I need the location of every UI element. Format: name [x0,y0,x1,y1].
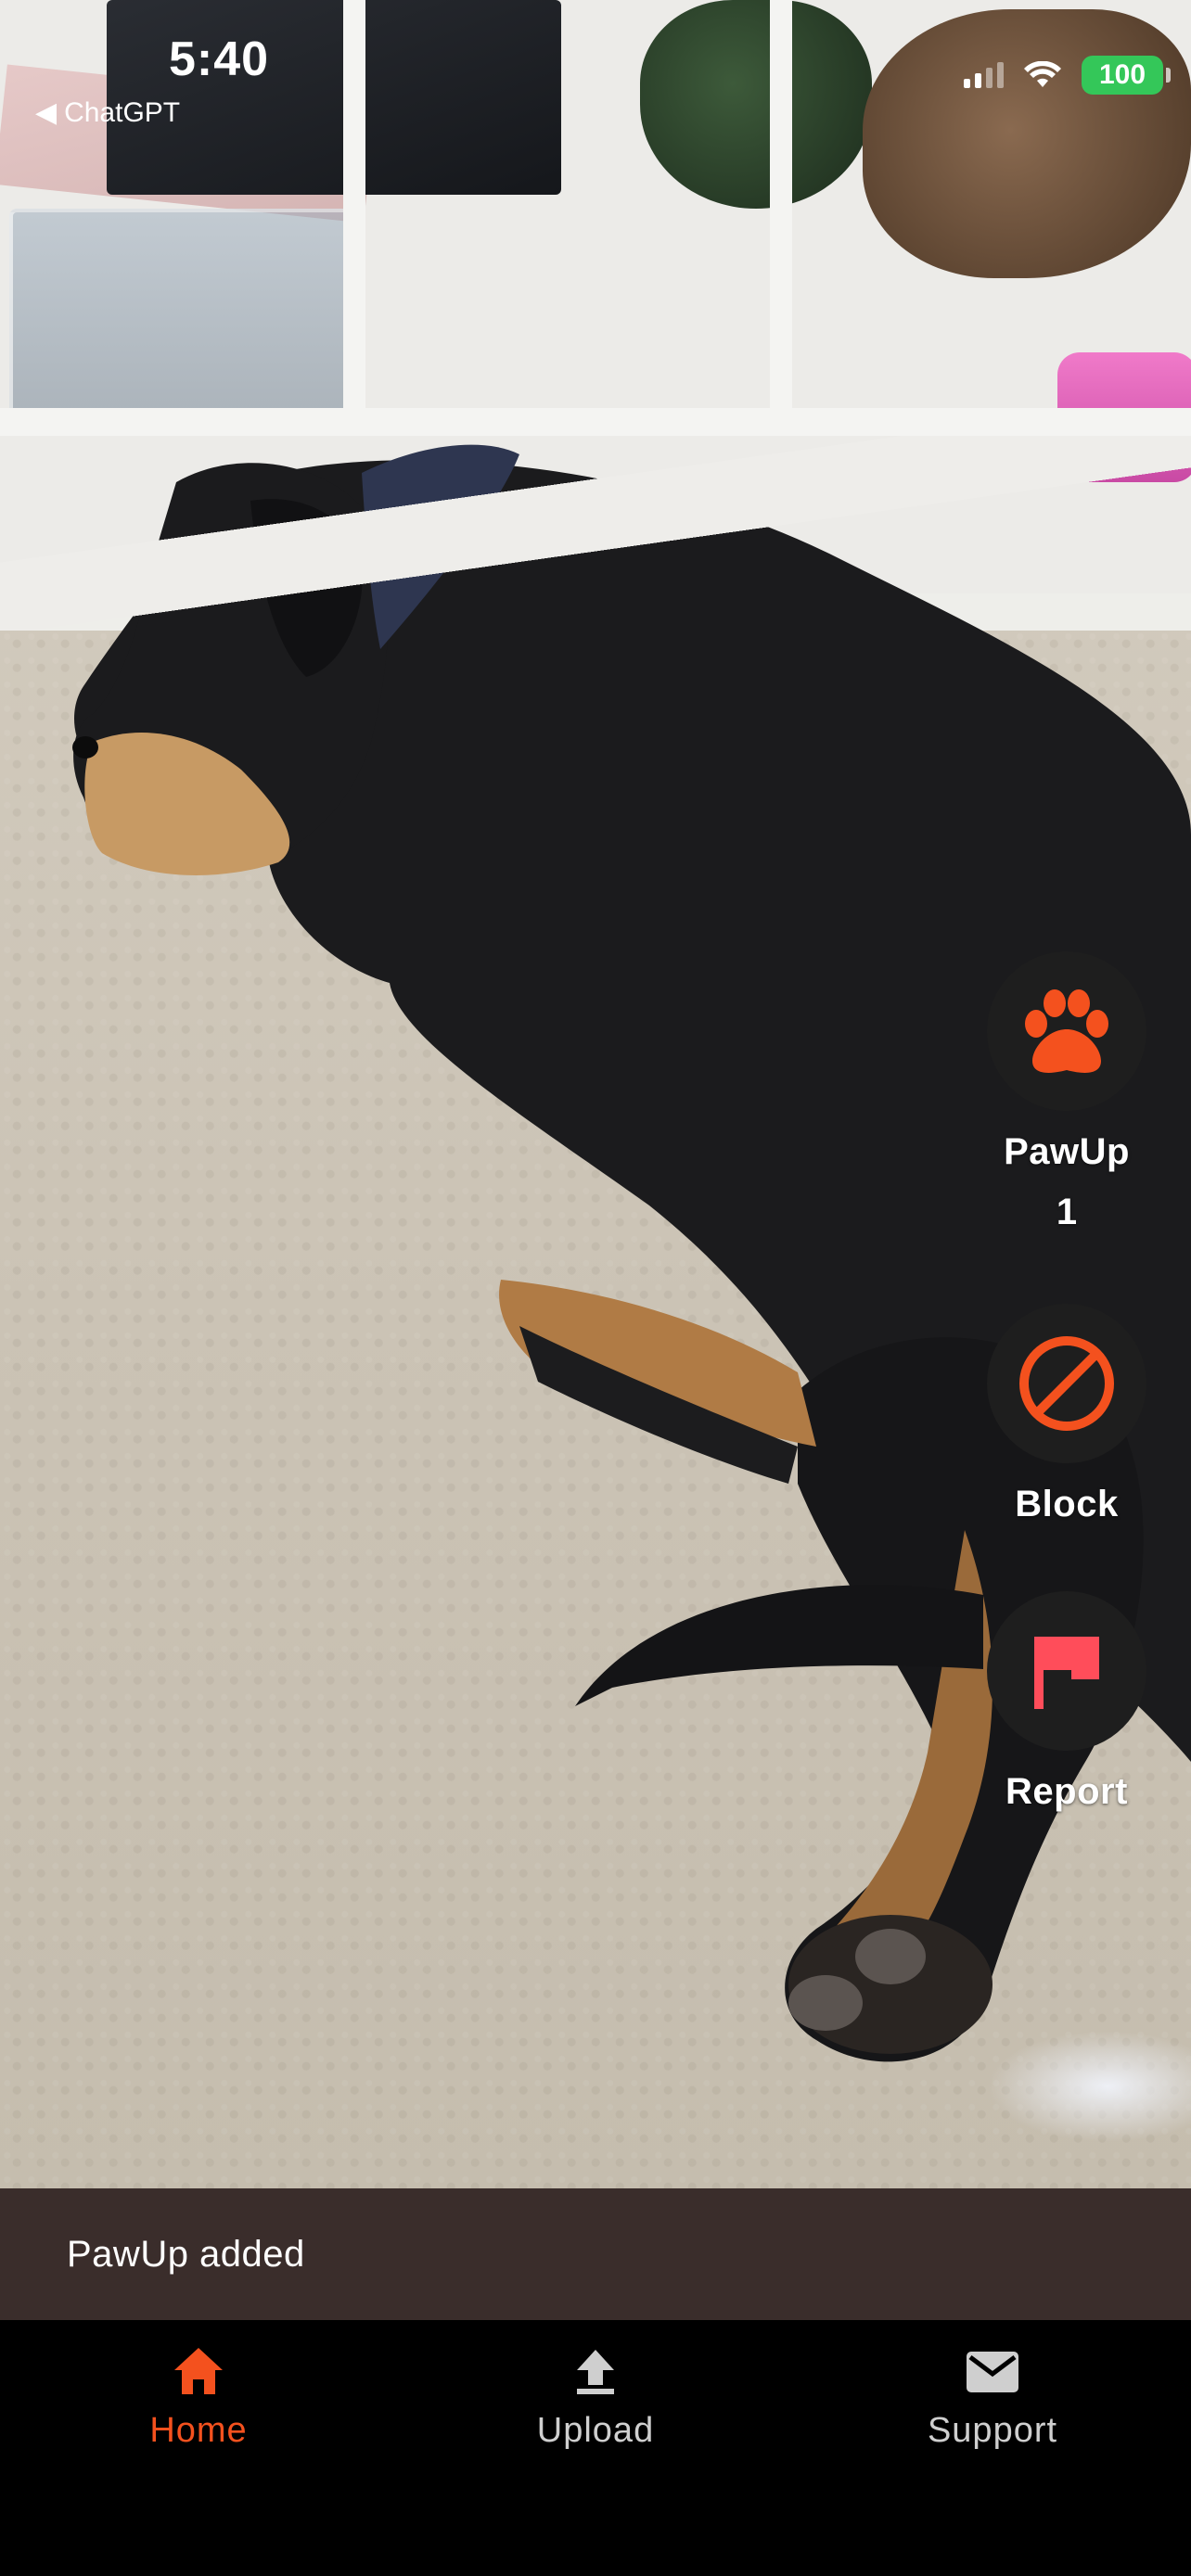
battery-level: 100 [1098,59,1146,90]
flag-icon [1034,1637,1099,1709]
back-arrow-icon: ◀ [35,97,58,128]
back-app-label: ChatGPT [64,96,181,128]
wifi-icon [1024,61,1061,87]
nav-home[interactable]: Home [59,2344,338,2451]
status-indicators: 100 [964,56,1171,95]
home-icon [174,2348,223,2394]
nav-upload-label: Upload [536,2411,655,2450]
block-icon [1019,1336,1114,1431]
nav-support[interactable]: Support [853,2344,1132,2451]
nav-upload[interactable]: Upload [456,2344,735,2451]
snackbar-message: PawUp added [67,2233,305,2275]
back-to-app[interactable]: ◀ ChatGPT [35,96,180,129]
cellular-signal-icon [964,62,1004,88]
status-time: 5:40 [169,32,270,86]
pawup-label: PawUp [1004,1131,1130,1172]
block-label: Block [1015,1484,1119,1524]
upload-icon [577,2350,614,2394]
paw-icon [1025,989,1108,1073]
pawup-button[interactable] [987,951,1146,1111]
block-action[interactable]: Block [987,1304,1146,1525]
mail-icon [967,2352,1018,2392]
pawup-action[interactable]: PawUp 1 [987,951,1146,1233]
snackbar: PawUp added [0,2188,1191,2320]
block-button[interactable] [987,1304,1146,1463]
battery-indicator: 100 [1082,56,1171,95]
report-label: Report [1005,1771,1128,1812]
report-button[interactable] [987,1591,1146,1751]
report-action[interactable]: Report [987,1591,1146,1813]
pawup-count: 1 [1056,1192,1078,1232]
nav-home-label: Home [149,2411,248,2450]
nav-support-label: Support [927,2411,1058,2450]
bottom-navigation: Home Upload Support [0,2320,1191,2576]
